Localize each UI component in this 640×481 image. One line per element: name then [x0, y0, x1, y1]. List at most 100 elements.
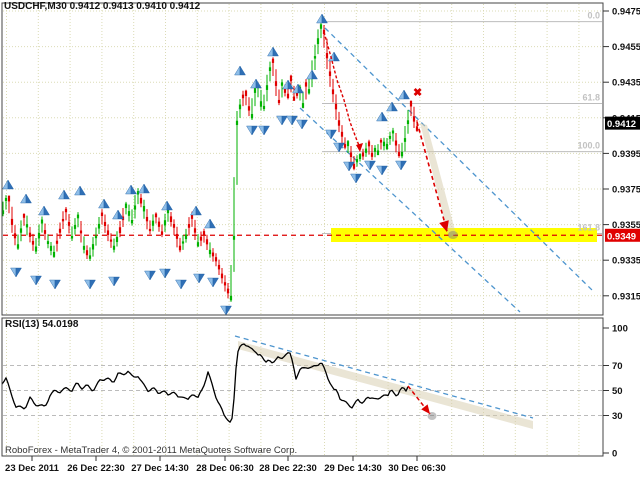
- descending-channel-trendline[interactable]: [300, 108, 520, 312]
- candlestick-body: [173, 224, 175, 228]
- fractal-down-icon: [31, 276, 37, 285]
- candlestick-body: [416, 126, 418, 131]
- candlestick-body: [308, 89, 310, 93]
- candlestick-body: [356, 159, 358, 162]
- rsi-tick-label: 0: [612, 449, 617, 460]
- candlestick-body: [227, 289, 229, 294]
- fractal-up-icon: [99, 199, 105, 208]
- arrow-smudge: [448, 231, 458, 239]
- fractal-up-icon: [205, 219, 211, 228]
- candlestick-body: [35, 246, 37, 251]
- fractal-down-icon: [221, 306, 227, 315]
- candlestick-body: [245, 91, 247, 96]
- candlestick-body: [317, 38, 319, 44]
- candlestick-body: [5, 198, 7, 201]
- rsi-trendline-shadow: [238, 341, 533, 429]
- candlestick-body: [20, 228, 22, 232]
- price-tick-label: 0.9475: [612, 7, 640, 18]
- candlestick-body: [8, 196, 10, 202]
- candlestick-body: [248, 106, 250, 110]
- candlestick-body: [206, 239, 208, 244]
- time-axis: 23 Dec 201126 Dec 22:3027 Dec 14:3028 De…: [0, 463, 612, 479]
- candlestick-body: [182, 241, 184, 243]
- candlestick-body: [383, 142, 385, 146]
- fractal-up-icon: [139, 184, 145, 193]
- fractal-down-icon: [176, 280, 182, 289]
- candlestick-body: [263, 106, 265, 109]
- fractal-down-icon: [114, 277, 120, 286]
- fractal-up-icon: [75, 186, 81, 195]
- candlestick-body: [242, 95, 244, 99]
- mt4-chart-window: 0.061.8100.0161.8✖0.94750.94550.94350.94…: [0, 0, 640, 481]
- fractal-up-icon: [39, 206, 45, 215]
- fractal-up-icon: [44, 206, 50, 215]
- fractal-up-icon: [240, 66, 246, 75]
- fractal-up-icon: [26, 194, 32, 203]
- candlestick-body: [98, 224, 100, 229]
- candlestick-body: [395, 141, 397, 146]
- descending-channel-trendline[interactable]: [325, 28, 592, 290]
- candlestick-body: [14, 233, 16, 238]
- candlestick-body: [155, 214, 157, 218]
- candlestick-body: [179, 246, 181, 251]
- fib-level-label: 161.8: [577, 223, 600, 233]
- candlestick-body: [92, 244, 94, 249]
- candlestick-body: [59, 229, 61, 233]
- candlestick-body: [200, 237, 202, 241]
- candlestick-body: [275, 81, 277, 86]
- fractal-up-icon: [399, 90, 405, 99]
- candlestick-body: [251, 114, 253, 118]
- price-tick-label: 0.9335: [612, 256, 640, 267]
- fractal-up-icon: [21, 194, 27, 203]
- price-tick-label: 0.9395: [612, 149, 640, 160]
- candlestick-body: [413, 116, 415, 121]
- chart-canvas[interactable]: 0.061.8100.0161.8✖0.94750.94550.94350.94…: [0, 0, 640, 481]
- forecast-arrow-line[interactable]: [417, 122, 447, 231]
- time-label: 28 Dec 06:30: [196, 463, 254, 474]
- candlestick-body: [32, 241, 34, 245]
- candlestick-body: [161, 231, 163, 235]
- candlestick-body: [80, 231, 82, 234]
- chart-title-ohlc: USDCHF,M30 0.9412 0.9413 0.9410 0.9412: [4, 1, 200, 12]
- candlestick-body: [224, 282, 226, 285]
- candlestick-body: [50, 246, 52, 251]
- candlestick-body: [65, 209, 67, 212]
- candlestick-body: [407, 120, 409, 124]
- fractal-down-icon: [160, 269, 166, 278]
- fractal-down-icon: [334, 143, 340, 152]
- fractal-up-icon: [298, 84, 304, 93]
- fractal-down-icon: [326, 130, 332, 139]
- fractal-up-icon: [235, 66, 241, 75]
- candlestick-body: [302, 103, 304, 108]
- fractal-up-icon: [80, 186, 86, 195]
- fractal-down-icon: [247, 126, 253, 135]
- candlestick-body: [368, 141, 370, 146]
- fractal-up-icon: [210, 219, 216, 228]
- fractal-down-icon: [297, 120, 303, 129]
- fractal-up-icon: [334, 52, 340, 61]
- candlestick-body: [149, 229, 151, 231]
- price-tick-label: 0.9375: [612, 185, 640, 196]
- fib-level-label: 61.8: [582, 93, 600, 103]
- time-label: 28 Dec 22:30: [259, 463, 317, 474]
- fractal-down-icon: [382, 166, 388, 175]
- candlestick-body: [104, 222, 106, 226]
- rsi-tick-label: 30: [612, 411, 623, 422]
- time-label: 27 Dec 14:30: [131, 463, 189, 474]
- fractal-down-icon: [370, 161, 376, 170]
- candlestick-body: [266, 85, 268, 90]
- fractal-down-icon: [11, 268, 17, 277]
- decline-path-arrowhead: [356, 143, 363, 152]
- main-chart-frame: [2, 3, 603, 315]
- candlestick-body: [119, 227, 121, 233]
- fractal-down-icon: [181, 280, 187, 289]
- candlestick-body: [194, 228, 196, 232]
- candlestick-body: [101, 213, 103, 216]
- candlestick-body: [230, 296, 232, 300]
- candlestick-body: [293, 97, 295, 101]
- fractal-down-icon: [331, 130, 337, 139]
- candlestick-body: [392, 130, 394, 133]
- candlestick-body: [401, 152, 403, 156]
- rsi-trendline[interactable]: [235, 336, 533, 418]
- rsi-tick-label: 70: [612, 361, 623, 372]
